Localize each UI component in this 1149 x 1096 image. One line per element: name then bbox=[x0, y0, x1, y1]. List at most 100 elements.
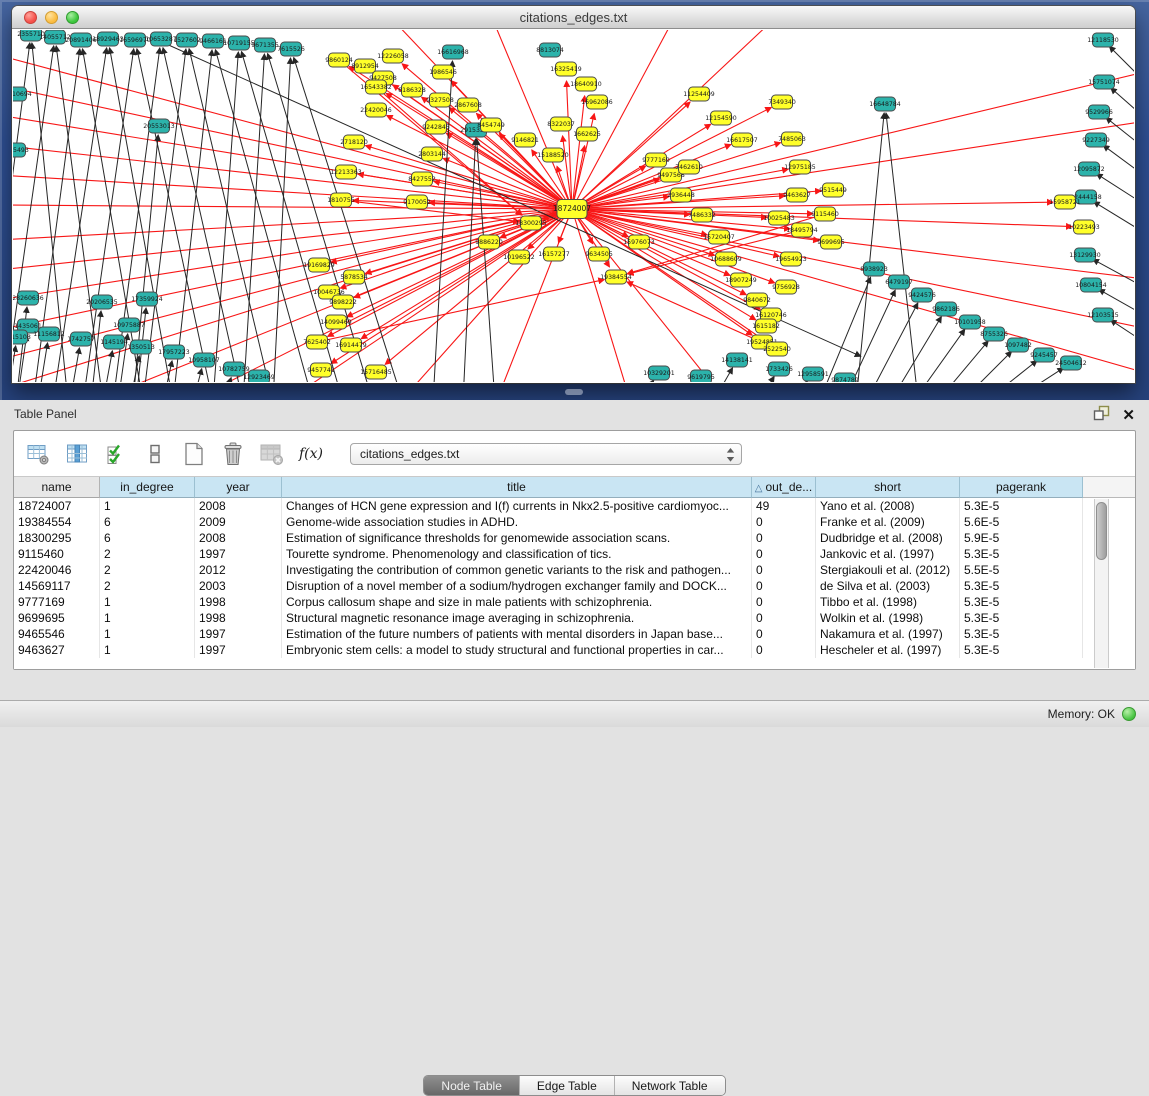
graph-node[interactable]: 9146821 bbox=[511, 133, 539, 147]
graph-node[interactable]: 1527602 bbox=[173, 33, 201, 47]
network-window-titlebar[interactable]: citations_edges.txt bbox=[12, 6, 1135, 29]
graph-node[interactable]: 10223493 bbox=[1068, 220, 1100, 234]
table-selector-dropdown[interactable]: citations_edges.txt bbox=[350, 443, 742, 465]
graph-node[interactable]: 8813074 bbox=[536, 43, 564, 57]
panel-divider-grip[interactable] bbox=[565, 389, 583, 395]
table-cell[interactable]: 2009 bbox=[195, 514, 282, 530]
table-row[interactable]: 946362711997Embryonic stem cells: a mode… bbox=[14, 642, 1135, 658]
graph-node[interactable]: 2803144 bbox=[418, 147, 446, 161]
delete-columns-icon[interactable] bbox=[219, 440, 247, 468]
graph-node[interactable]: 19654923 bbox=[775, 252, 807, 266]
graph-node[interactable]: 1662625 bbox=[573, 127, 601, 141]
table-cell[interactable]: 5.9E-5 bbox=[960, 530, 1083, 546]
graph-node[interactable]: 9457741 bbox=[307, 363, 335, 377]
graph-node[interactable]: 14138141 bbox=[721, 353, 753, 367]
table-row[interactable]: 977716911998Corpus callosum shape and si… bbox=[14, 594, 1135, 610]
table-vertical-scrollbar[interactable] bbox=[1094, 499, 1109, 668]
zoom-window-icon[interactable] bbox=[66, 11, 79, 24]
graph-node[interactable]: 9170052 bbox=[403, 195, 431, 209]
table-cell[interactable]: 9699695 bbox=[14, 610, 100, 626]
float-panel-icon[interactable] bbox=[1093, 405, 1110, 426]
graph-node[interactable]: 9327508 bbox=[426, 93, 454, 107]
table-cell[interactable]: 14569117 bbox=[14, 578, 100, 594]
graph-node[interactable]: 12958591 bbox=[797, 367, 829, 381]
graph-node[interactable]: 9671355 bbox=[251, 38, 279, 52]
graph-node[interactable]: 2936448 bbox=[667, 188, 695, 202]
graph-node[interactable]: 1742757 bbox=[67, 332, 95, 346]
graph-node[interactable]: 8755326 bbox=[980, 327, 1008, 341]
graph-node[interactable]: 7485063 bbox=[778, 132, 806, 146]
graph-node[interactable]: 10719155 bbox=[223, 36, 255, 50]
graph-node[interactable]: 7625402 bbox=[303, 335, 331, 349]
graph-node[interactable]: 16157277 bbox=[538, 247, 570, 261]
memory-status-dot[interactable] bbox=[1122, 707, 1136, 721]
table-cell[interactable]: 0 bbox=[752, 642, 816, 658]
table-cell[interactable]: 5.3E-5 bbox=[960, 642, 1083, 658]
table-cell[interactable]: 22420046 bbox=[14, 562, 100, 578]
graph-node[interactable]: 9699695 bbox=[817, 235, 845, 249]
table-cell[interactable]: 0 bbox=[752, 546, 816, 562]
network-canvas[interactable]: 2355710140557122089140618929463165969701… bbox=[13, 30, 1134, 382]
graph-node[interactable]: 12103515 bbox=[1087, 308, 1119, 322]
row-height-icon[interactable] bbox=[141, 440, 169, 468]
table-cell[interactable]: 6 bbox=[100, 514, 195, 530]
graph-node[interactable]: 2718120 bbox=[340, 135, 368, 149]
table-cell[interactable]: 5.5E-5 bbox=[960, 562, 1083, 578]
table-cell[interactable]: 0 bbox=[752, 530, 816, 546]
column-header-year[interactable]: year bbox=[195, 477, 282, 498]
graph-node[interactable]: 9777169 bbox=[642, 153, 670, 167]
graph-node[interactable]: 1810755 bbox=[327, 193, 355, 207]
table-cell[interactable]: Genome-wide association studies in ADHD. bbox=[282, 514, 752, 530]
graph-node[interactable]: 17359924 bbox=[131, 292, 163, 306]
table-row[interactable]: 946554611997Estimation of the future num… bbox=[14, 626, 1135, 642]
table-row[interactable]: 1872400712008Changes of HCN gene express… bbox=[14, 498, 1135, 514]
table-cell[interactable]: Estimation of significance thresholds fo… bbox=[282, 530, 752, 546]
table-cell[interactable]: 2008 bbox=[195, 530, 282, 546]
graph-node[interactable]: 12118530 bbox=[1087, 33, 1119, 47]
table-row[interactable]: 1456911722003Disruption of a novel membe… bbox=[14, 578, 1135, 594]
table-cell[interactable]: 0 bbox=[752, 594, 816, 610]
network-window[interactable]: citations_edges.txt 23557101405571220891… bbox=[12, 6, 1135, 383]
graph-node[interactable]: 18640910 bbox=[570, 77, 602, 91]
graph-node[interactable]: 12226058 bbox=[377, 49, 409, 63]
graph-node[interactable]: 9860124 bbox=[325, 53, 353, 67]
table-cell[interactable]: 1997 bbox=[195, 642, 282, 658]
table-cell[interactable]: Changes of HCN gene expression and I(f) … bbox=[282, 498, 752, 514]
column-header-in-degree[interactable]: in_degree bbox=[100, 477, 195, 498]
table-cell[interactable]: 2 bbox=[100, 578, 195, 594]
table-cell[interactable]: 1 bbox=[100, 626, 195, 642]
table-row[interactable]: 911546021997Tourette syndrome. Phenomeno… bbox=[14, 546, 1135, 562]
table-cell[interactable]: 5.3E-5 bbox=[960, 626, 1083, 642]
table-cell[interactable]: 0 bbox=[752, 514, 816, 530]
table-cell[interactable]: Tourette syndrome. Phenomenology and cla… bbox=[282, 546, 752, 562]
table-cell[interactable]: 1997 bbox=[195, 546, 282, 562]
table-cell[interactable]: 1 bbox=[100, 594, 195, 610]
graph-node[interactable]: 9840672 bbox=[743, 293, 771, 307]
table-cell[interactable]: Hescheler et al. (1997) bbox=[816, 642, 960, 658]
table-cell[interactable]: 0 bbox=[752, 562, 816, 578]
table-cell[interactable]: Jankovic et al. (1997) bbox=[816, 546, 960, 562]
table-cell[interactable]: 5.3E-5 bbox=[960, 546, 1083, 562]
graph-node[interactable]: 1350513 bbox=[127, 340, 155, 354]
graph-node[interactable]: 8186328 bbox=[398, 83, 426, 97]
table-cell[interactable]: 0 bbox=[752, 626, 816, 642]
graph-node[interactable]: 5878534 bbox=[340, 270, 368, 284]
table-cell[interactable]: 49 bbox=[752, 498, 816, 514]
table-cell[interactable]: 9465546 bbox=[14, 626, 100, 642]
table-cell[interactable]: 2 bbox=[100, 562, 195, 578]
table-cell[interactable]: Investigating the contribution of common… bbox=[282, 562, 752, 578]
table-cell[interactable]: Structural magnetic resonance image aver… bbox=[282, 610, 752, 626]
graph-node[interactable]: 20610694 bbox=[13, 87, 32, 101]
select-rows-icon[interactable] bbox=[102, 440, 130, 468]
graph-node[interactable]: 7462610 bbox=[675, 160, 703, 174]
table-cell[interactable]: Embryonic stem cells: a model to study s… bbox=[282, 642, 752, 658]
graph-node[interactable]: 9227349 bbox=[1082, 133, 1110, 147]
graph-node[interactable]: 9756928 bbox=[772, 280, 800, 294]
graph-node[interactable]: 12095872 bbox=[1073, 162, 1105, 176]
table-cell[interactable]: 1998 bbox=[195, 594, 282, 610]
graph-node[interactable]: 8938923 bbox=[860, 262, 888, 276]
graph-node[interactable]: 16616968 bbox=[437, 45, 469, 59]
table-cell[interactable]: Nakamura et al. (1997) bbox=[816, 626, 960, 642]
table-cell[interactable]: 1 bbox=[100, 610, 195, 626]
graph-node[interactable]: 10101958 bbox=[954, 315, 986, 329]
